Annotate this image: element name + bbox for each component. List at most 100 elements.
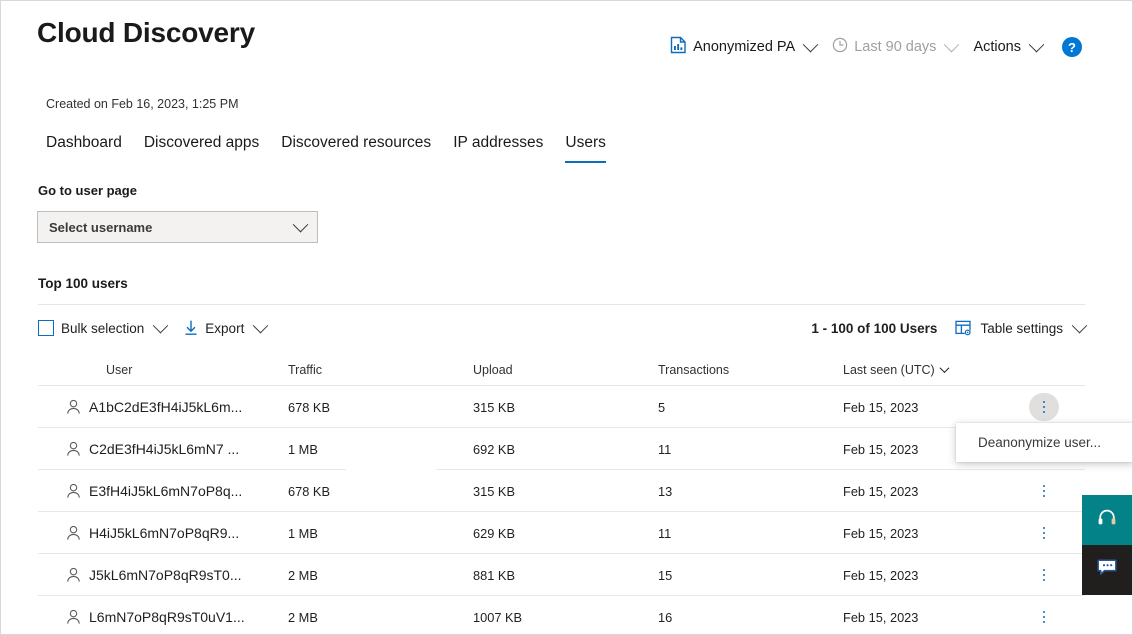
cell-actions — [1018, 519, 1085, 547]
export-label: Export — [205, 320, 245, 336]
column-header-transactions[interactable]: Transactions — [658, 363, 843, 377]
checkbox-icon[interactable] — [38, 320, 54, 336]
feedback-speech-bubble-icon — [1096, 558, 1118, 583]
table-settings-button[interactable]: Table settings — [955, 317, 1088, 337]
row-context-menu: Deanonymize user... — [956, 423, 1132, 462]
support-button[interactable] — [1082, 495, 1132, 545]
top-toolbar: Anonymized PA Last 90 days Actions ? — [662, 34, 1082, 60]
cell-upload: 315 KB — [473, 399, 515, 415]
cell-user: C2dE3fH4iJ5kL6mN7 ... — [38, 441, 288, 457]
cell-user: H4iJ5kL6mN7oP8qR9... — [38, 525, 288, 541]
report-chart-icon — [670, 36, 687, 58]
chevron-down-icon — [253, 317, 269, 333]
more-options-icon — [1042, 568, 1046, 582]
chevron-down-icon — [292, 216, 309, 232]
cell-user: J5kL6mN7oP8qR9sT0... — [38, 567, 288, 583]
cell-traffic: 1 MB — [288, 441, 318, 457]
help-icon[interactable]: ? — [1062, 37, 1082, 57]
person-icon — [66, 441, 81, 457]
user-name: L6mN7oP8qR9sT0uV1... — [89, 609, 245, 625]
column-header-last-seen[interactable]: Last seen (UTC) — [843, 363, 1018, 377]
cell-actions — [1018, 477, 1085, 505]
support-headset-icon — [1096, 507, 1118, 534]
row-menu-button[interactable] — [1029, 519, 1059, 547]
command-bar-divider — [38, 304, 1085, 305]
tab-discovered-resources[interactable]: Discovered resources — [281, 134, 431, 163]
record-count-label: 1 - 100 of 100 Users — [811, 320, 938, 336]
person-icon — [66, 483, 81, 499]
cell-transactions: 5 — [658, 399, 666, 415]
top-users-title: Top 100 users — [38, 276, 128, 291]
tab-bar: Dashboard Discovered apps Discovered res… — [46, 134, 606, 163]
table-row[interactable]: L6mN7oP8qR9sT0uV1... 2 MB 1007 KB 16 Feb… — [38, 596, 1085, 634]
clock-icon — [832, 37, 848, 57]
cell-user: E3fH4iJ5kL6mN7oP8q... — [38, 483, 288, 499]
bulk-selection-label: Bulk selection — [61, 320, 145, 336]
chevron-down-icon — [1071, 317, 1088, 333]
cell-last-seen: Feb 15, 2023 — [843, 609, 919, 625]
page-title: Cloud Discovery — [37, 17, 255, 48]
table-row[interactable]: J5kL6mN7oP8qR9sT0... 2 MB 881 KB 15 Feb … — [38, 554, 1085, 596]
user-name: J5kL6mN7oP8qR9sT0... — [89, 567, 242, 583]
chevron-down-icon — [1028, 36, 1045, 52]
cell-last-seen: Feb 15, 2023 — [843, 525, 919, 541]
table-row[interactable]: H4iJ5kL6mN7oP8qR9... 1 MB 629 KB 11 Feb … — [38, 512, 1085, 554]
cell-upload: 1007 KB — [473, 609, 523, 625]
actions-label: Actions — [973, 39, 1021, 55]
anonymized-report-selector[interactable]: Anonymized PA — [662, 34, 824, 60]
cell-transactions: 16 — [658, 609, 673, 625]
table-row[interactable]: C2dE3fH4iJ5kL6mN7 ... 1 MB 692 KB 11 Feb… — [38, 428, 1085, 470]
cell-transactions: 13 — [658, 483, 673, 499]
date-range-label: Last 90 days — [854, 39, 937, 55]
cell-transactions: 11 — [658, 441, 672, 457]
cell-user: L6mN7oP8qR9sT0uV1... — [38, 609, 288, 625]
column-header-upload[interactable]: Upload — [473, 363, 658, 377]
user-name: E3fH4iJ5kL6mN7oP8q... — [89, 483, 243, 499]
side-widget-rail — [1082, 495, 1132, 595]
cell-upload: 692 KB — [473, 441, 515, 457]
row-menu-button[interactable] — [1029, 393, 1059, 421]
actions-menu-button[interactable]: Actions — [965, 36, 1050, 57]
tab-ip-addresses[interactable]: IP addresses — [453, 134, 543, 163]
cell-last-seen: Feb 15, 2023 — [843, 483, 919, 499]
sort-descending-icon — [939, 363, 950, 374]
date-range-selector[interactable]: Last 90 days — [824, 35, 965, 59]
row-menu-button[interactable] — [1029, 477, 1059, 505]
username-select-value: Select username — [49, 219, 153, 235]
cell-actions — [1018, 393, 1085, 421]
user-name: C2dE3fH4iJ5kL6mN7 ... — [89, 441, 240, 457]
user-name: H4iJ5kL6mN7oP8qR9... — [89, 525, 240, 541]
column-header-user[interactable]: User — [38, 363, 288, 377]
tab-users[interactable]: Users — [565, 134, 606, 163]
person-icon — [66, 525, 81, 541]
cell-upload: 881 KB — [473, 567, 515, 583]
cell-upload: 315 KB — [473, 483, 515, 499]
row-menu-button[interactable] — [1029, 561, 1059, 589]
table-settings-label: Table settings — [980, 320, 1063, 336]
deanonymize-user-menu-item[interactable]: Deanonymize user... — [956, 429, 1132, 456]
person-icon — [66, 399, 81, 415]
chevron-down-icon — [802, 36, 819, 52]
tab-dashboard[interactable]: Dashboard — [46, 134, 122, 163]
column-header-last-seen-label: Last seen (UTC) — [843, 362, 935, 377]
column-header-traffic[interactable]: Traffic — [288, 363, 473, 377]
more-options-icon — [1042, 610, 1046, 624]
table-settings-icon — [955, 320, 973, 337]
tab-discovered-apps[interactable]: Discovered apps — [144, 134, 259, 163]
feedback-button[interactable] — [1082, 545, 1132, 595]
row-menu-button[interactable] — [1029, 603, 1059, 631]
users-table: User Traffic Upload Transactions Last se… — [38, 353, 1085, 634]
user-name: A1bC2dE3fH4iJ5kL6m... — [89, 399, 243, 415]
username-select[interactable]: Select username — [37, 211, 318, 243]
cell-transactions: 11 — [658, 525, 672, 541]
table-row[interactable]: E3fH4iJ5kL6mN7oP8q... 678 KB 315 KB 13 F… — [38, 470, 1085, 512]
more-options-icon — [1042, 526, 1046, 540]
bulk-selection-button[interactable]: Bulk selection — [38, 317, 169, 336]
export-button[interactable]: Export — [184, 317, 269, 336]
go-to-user-page-label: Go to user page — [38, 183, 137, 198]
table-row[interactable]: A1bC2dE3fH4iJ5kL6m... 678 KB 315 KB 5 Fe… — [38, 386, 1085, 428]
more-options-icon — [1042, 484, 1046, 498]
person-icon — [66, 567, 81, 583]
cell-last-seen: Feb 15, 2023 — [843, 399, 919, 415]
download-icon — [184, 320, 198, 336]
